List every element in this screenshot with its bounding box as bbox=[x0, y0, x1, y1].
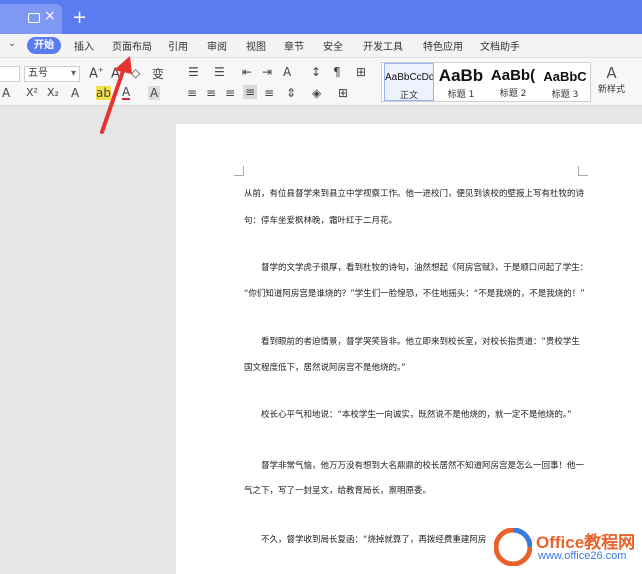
subscript-icon[interactable]: X₂ bbox=[47, 86, 59, 99]
paragraph: 督学的文学虎子很厚，看到杜牧的诗句，油然想起《阿房宫赋》，于是顺口问起了学生： … bbox=[244, 262, 589, 300]
style-preview: AaBb( bbox=[490, 67, 536, 84]
char-shading-icon[interactable]: A bbox=[148, 86, 161, 100]
new-style-icon: A bbox=[606, 64, 617, 82]
paragraph-line: 国文程度低下，居然说阿房宫不是他烧的。” bbox=[244, 363, 406, 373]
font-size-value: 五号 bbox=[28, 68, 48, 79]
table-icon[interactable]: ⊞ bbox=[356, 65, 366, 79]
new-tab-button[interactable]: + bbox=[72, 7, 87, 28]
text-direction-icon[interactable]: A bbox=[283, 65, 291, 79]
font-family-select[interactable] bbox=[0, 66, 20, 82]
tab-security[interactable]: 安全 bbox=[323, 38, 343, 53]
style-label: 标题 3 bbox=[551, 90, 579, 100]
border-icon[interactable]: ⊞ bbox=[338, 86, 348, 100]
style-heading-1[interactable]: AaBb 标题 1 bbox=[436, 63, 486, 101]
show-marks-icon[interactable]: ¶ bbox=[333, 65, 341, 79]
red-arrow-annotation bbox=[100, 56, 132, 134]
style-heading-2[interactable]: AaBb( 标题 2 bbox=[488, 63, 538, 101]
align-right-icon[interactable]: ≡ bbox=[225, 86, 235, 100]
line-spacing-icon[interactable]: ⇕ bbox=[286, 86, 296, 100]
style-preview: AaBbC bbox=[543, 69, 587, 84]
style-label: 标题 1 bbox=[447, 90, 475, 100]
bullet-list-icon[interactable]: ☰ bbox=[188, 65, 199, 79]
align-center-icon[interactable]: ≡ bbox=[206, 86, 216, 100]
align-justify-icon[interactable]: ≡ bbox=[243, 85, 258, 99]
sort-icon[interactable]: ↕ bbox=[311, 65, 321, 79]
tab-view[interactable]: 视图 bbox=[246, 38, 266, 53]
decrease-indent-icon[interactable]: ⇤ bbox=[242, 65, 252, 79]
style-preview: AaBb bbox=[438, 66, 484, 85]
style-normal[interactable]: AaBbCcDd 正文 bbox=[384, 63, 434, 101]
paragraph-line: 看到眼前的者迫情景，督学哭笑皆非。他立即来到校长室，对校长指责道：“贵校学生 bbox=[261, 337, 580, 347]
paragraph-line: 督学非常气恼，他万万没有想到大名鼎鼎的校长居然不知道阿房宫是怎么一回事！他一 bbox=[261, 461, 585, 471]
tab-insert[interactable]: 插入 bbox=[74, 38, 94, 53]
style-gallery: AaBbCcDd 正文 AaBb 标题 1 AaBb( 标题 2 AaBbC 标… bbox=[381, 62, 591, 102]
paragraph-line: 从前，有位县督学来到县立中学视察工作。他一进校门，便见到该校的壁报上写有杜牧的诗 bbox=[244, 189, 585, 199]
style-label: 正文 bbox=[399, 91, 418, 101]
increase-indent-icon[interactable]: ⇥ bbox=[262, 65, 272, 79]
crop-mark bbox=[578, 166, 588, 176]
office-logo-icon bbox=[494, 528, 532, 566]
tab-start[interactable]: 开始 bbox=[27, 37, 61, 54]
new-style-button[interactable]: A 新样式 bbox=[598, 64, 625, 95]
tab-review[interactable]: 审阅 bbox=[207, 38, 227, 53]
document-tab[interactable]: × bbox=[0, 4, 62, 34]
shading-icon[interactable]: ◈ bbox=[312, 86, 321, 100]
tab-references[interactable]: 引用 bbox=[168, 38, 188, 53]
font-size-select[interactable]: 五号 ▾ bbox=[24, 66, 80, 82]
document-page[interactable]: 从前，有位县督学来到县立中学视察工作。他一进校门，便见到该校的壁报上写有杜牧的诗… bbox=[176, 124, 642, 574]
menu-bar: ⌄ 开始 插入 页面布局 引用 审阅 视图 章节 安全 开发工具 特色应用 文档… bbox=[0, 34, 642, 58]
number-list-icon[interactable]: ☰ bbox=[214, 65, 225, 79]
chevron-down-icon: ▾ bbox=[70, 68, 76, 79]
tab-page-layout[interactable]: 页面布局 bbox=[112, 38, 152, 53]
title-bar: × + bbox=[0, 0, 642, 34]
tab-chapter[interactable]: 章节 bbox=[284, 38, 304, 53]
paragraph-line: 气之下，写了一封呈文，给教育局长，禀明原委。 bbox=[244, 486, 432, 496]
paragraph-line: “你们知道阿房宫是谁烧的？”学生们一脸惶恐，不住地摇头：“不是我烧的，不是我烧的… bbox=[244, 289, 585, 299]
watermark-url: www.office26.com bbox=[538, 550, 627, 562]
paragraph: 督学非常气恼，他万万没有想到大名鼎鼎的校长居然不知道阿房宫是怎么一回事！他一 气… bbox=[244, 460, 585, 497]
distribute-icon[interactable]: ≡ bbox=[264, 86, 274, 100]
phonetic-icon[interactable]: 变 bbox=[152, 65, 164, 82]
close-tab-icon[interactable]: × bbox=[44, 8, 56, 24]
tab-features[interactable]: 特色应用 bbox=[423, 38, 463, 53]
paragraph-line: 校长心平气和地说：“本校学生一向诚实，既然说不是他烧的，就一定不是他烧的。” bbox=[261, 410, 572, 420]
chevron-down-icon[interactable]: ⌄ bbox=[8, 38, 16, 49]
paragraph-line: 督学的文学虎子很厚，看到杜牧的诗句，油然想起《阿房宫赋》，于是顺口问起了学生： bbox=[261, 263, 589, 273]
paragraph: 从前，有位县督学来到县立中学视察工作。他一进校门，便见到该校的壁报上写有杜牧的诗… bbox=[244, 188, 585, 227]
crop-mark bbox=[234, 166, 244, 176]
paragraph: 校长心平气和地说：“本校学生一向诚实，既然说不是他烧的，就一定不是他烧的。” bbox=[244, 409, 582, 421]
style-heading-3[interactable]: AaBbC 标题 3 bbox=[540, 63, 590, 101]
superscript-icon[interactable]: X² bbox=[26, 86, 38, 99]
new-style-label: 新样式 bbox=[598, 85, 626, 95]
align-left-icon[interactable]: ≡ bbox=[187, 86, 197, 100]
tab-doc-assistant[interactable]: 文档助手 bbox=[480, 38, 520, 53]
text-effect-icon[interactable]: A bbox=[2, 86, 10, 100]
window-icon bbox=[28, 13, 40, 23]
tab-developer[interactable]: 开发工具 bbox=[363, 38, 403, 53]
style-preview: AaBbCcDd bbox=[385, 72, 433, 83]
watermark-logo: Office教程网 www.office26.com bbox=[488, 524, 642, 570]
paragraph-line: 句：停车坐爱枫林晚，霜叶红于二月花。 bbox=[244, 216, 398, 226]
text-style-icon[interactable]: A bbox=[71, 86, 79, 100]
style-label: 标题 2 bbox=[499, 89, 527, 99]
paragraph: 看到眼前的者迫情景，督学哭笑皆非。他立即来到校长室，对校长指责道：“贵校学生 国… bbox=[244, 336, 582, 374]
